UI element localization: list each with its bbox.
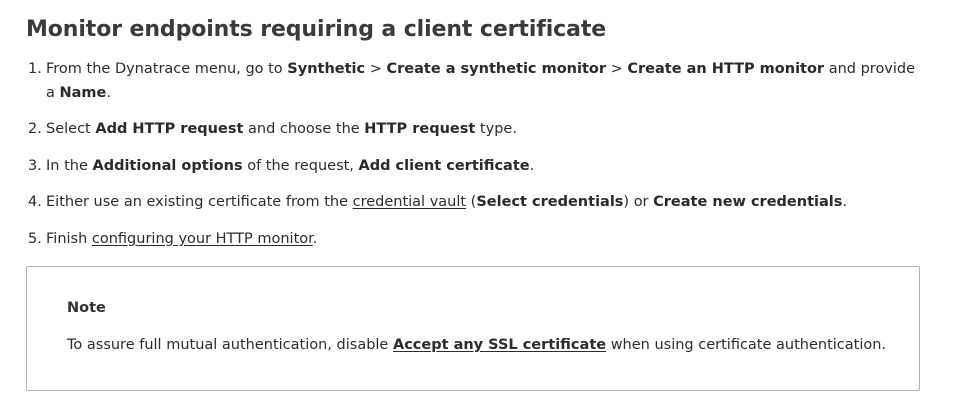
- step-text: .: [529, 157, 535, 174]
- note-box: Note To assure full mutual authenticatio…: [26, 266, 920, 391]
- ui-term-add-http-request: Add HTTP request: [95, 121, 244, 137]
- accept-any-ssl-certificate-link[interactable]: Accept any SSL certificate: [393, 337, 606, 353]
- step-number: 2.: [28, 121, 42, 137]
- ui-term-create-new-credentials: Create new credentials: [653, 194, 843, 210]
- page-title: Monitor endpoints requiring a client cer…: [26, 17, 607, 42]
- ui-term-select-credentials: Select credentials: [476, 194, 624, 210]
- step-number: 3.: [28, 157, 42, 174]
- step-text: type.: [475, 121, 517, 137]
- note-text-part: when using certificate authentication.: [606, 337, 887, 353]
- path-separator: >: [606, 61, 628, 77]
- note-title: Note: [67, 300, 106, 316]
- note-text: To assure full mutual authentication, di…: [67, 337, 886, 353]
- step-number: 1.: [28, 61, 42, 77]
- step-text: Select: [46, 121, 96, 137]
- list-item: 4. Either use an existing certificate fro…: [26, 191, 926, 215]
- step-number: 4.: [28, 194, 42, 210]
- steps-list: 1. From the Dynatrace menu, go to Synthet…: [26, 58, 926, 264]
- ui-term-additional-options: Additional options: [92, 157, 243, 174]
- path-separator: >: [365, 61, 387, 77]
- note-text-part: To assure full mutual authentication, di…: [67, 337, 393, 353]
- list-item: 5. Finish configuring your HTTP monitor.: [26, 228, 926, 252]
- step-text: and choose the: [243, 121, 365, 137]
- ui-term-http-request: HTTP request: [364, 121, 476, 137]
- step-text: Either use an existing certificate from …: [46, 194, 353, 210]
- menu-path-create-synthetic-monitor: Create a synthetic monitor: [386, 61, 606, 77]
- step-text: .: [842, 194, 847, 210]
- step-text: In the: [46, 157, 93, 174]
- step-text: .: [312, 230, 318, 247]
- list-item: 2. Select Add HTTP request and choose the…: [26, 118, 926, 142]
- list-item: 3. In the Additional options of the reque…: [26, 155, 926, 179]
- step-text: (: [466, 194, 477, 210]
- configuring-http-monitor-link[interactable]: configuring your HTTP monitor: [92, 231, 313, 247]
- menu-path-synthetic: Synthetic: [287, 61, 366, 77]
- step-text: of the request,: [242, 157, 359, 174]
- list-item: 1. From the Dynatrace menu, go to Synthet…: [26, 58, 926, 105]
- step-text: ) or: [623, 194, 654, 210]
- credential-vault-link[interactable]: credential vault: [353, 194, 466, 210]
- menu-path-create-http-monitor: Create an HTTP monitor: [627, 61, 825, 77]
- step-number: 5.: [28, 230, 42, 247]
- step-text: Finish: [46, 230, 92, 247]
- ui-term-add-client-certificate: Add client certificate: [358, 157, 530, 174]
- documentation-page: Monitor endpoints requiring a client cer…: [0, 0, 962, 407]
- step-text: .: [106, 84, 111, 101]
- step-text: From the Dynatrace menu, go to: [46, 61, 288, 77]
- ui-term-name: Name: [59, 84, 107, 101]
